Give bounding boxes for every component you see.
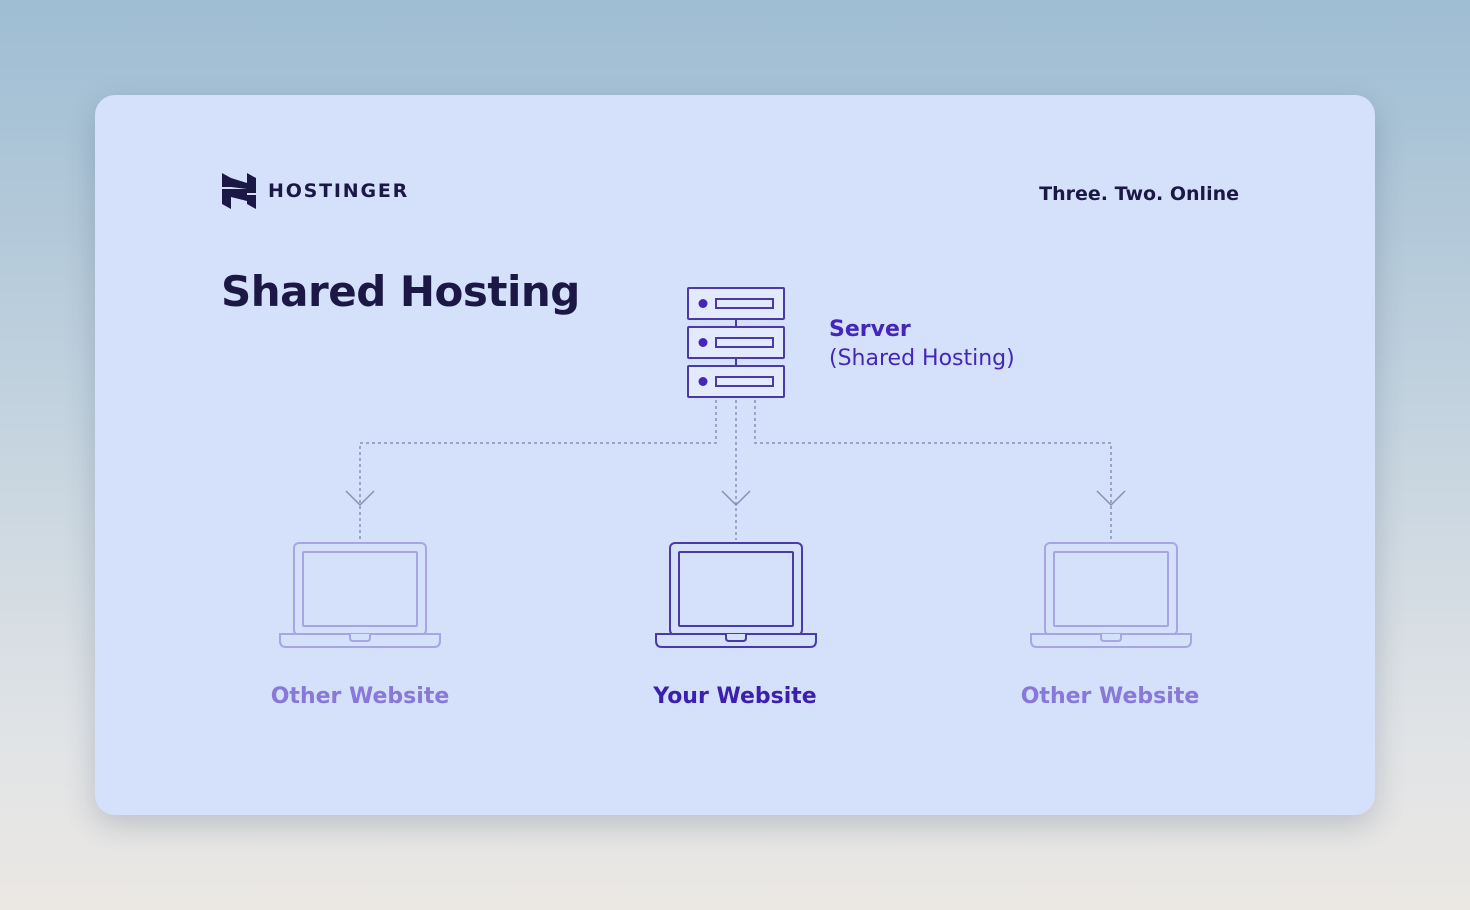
site-label-yours: Your Website xyxy=(653,684,817,709)
laptop-icon xyxy=(1030,542,1192,648)
laptop-icon xyxy=(655,542,817,648)
hosting-card: HOSTINGER Three. Two. Online Shared Host… xyxy=(95,95,1375,815)
connection-lines xyxy=(359,400,1112,540)
server-subtitle: (Shared Hosting) xyxy=(829,346,1015,371)
laptop-icon xyxy=(279,542,441,648)
site-label-other-right: Other Website xyxy=(1020,684,1200,709)
site-label-other-left: Other Website xyxy=(270,684,450,709)
server-name: Server xyxy=(829,317,911,342)
server-label: Server (Shared Hosting) xyxy=(829,315,1015,373)
